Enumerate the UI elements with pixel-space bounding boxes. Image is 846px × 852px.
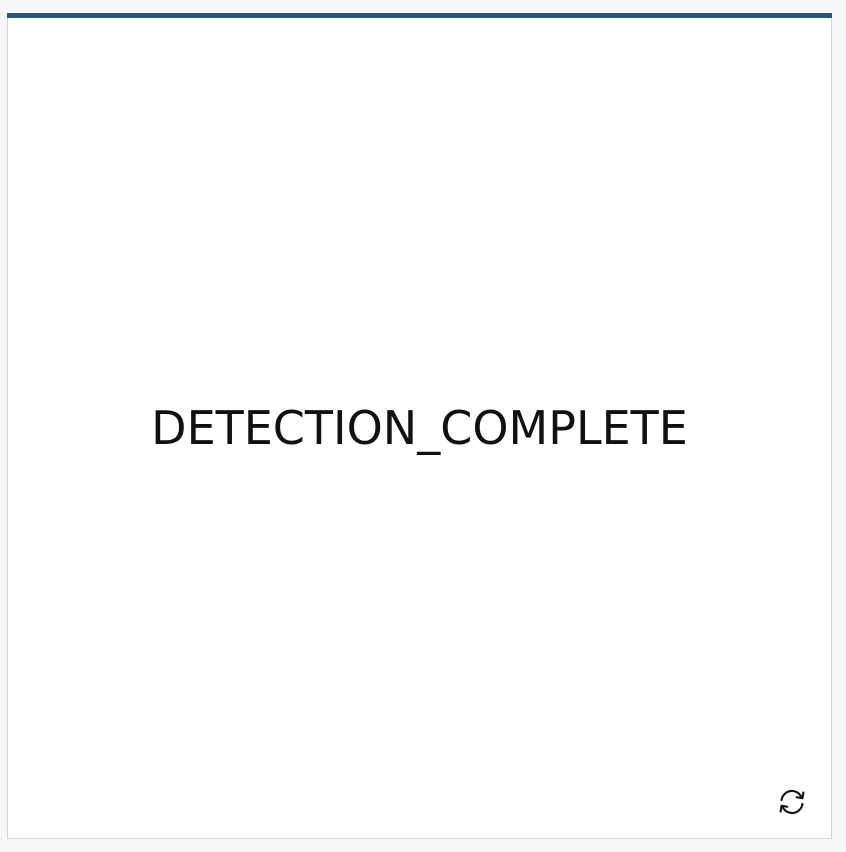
status-text: DETECTION_COMPLETE — [151, 401, 688, 455]
refresh-icon — [773, 783, 811, 824]
widget-accent-bar — [7, 13, 832, 18]
status-widget: DETECTION_COMPLETE — [7, 13, 832, 839]
refresh-button[interactable] — [772, 783, 812, 823]
